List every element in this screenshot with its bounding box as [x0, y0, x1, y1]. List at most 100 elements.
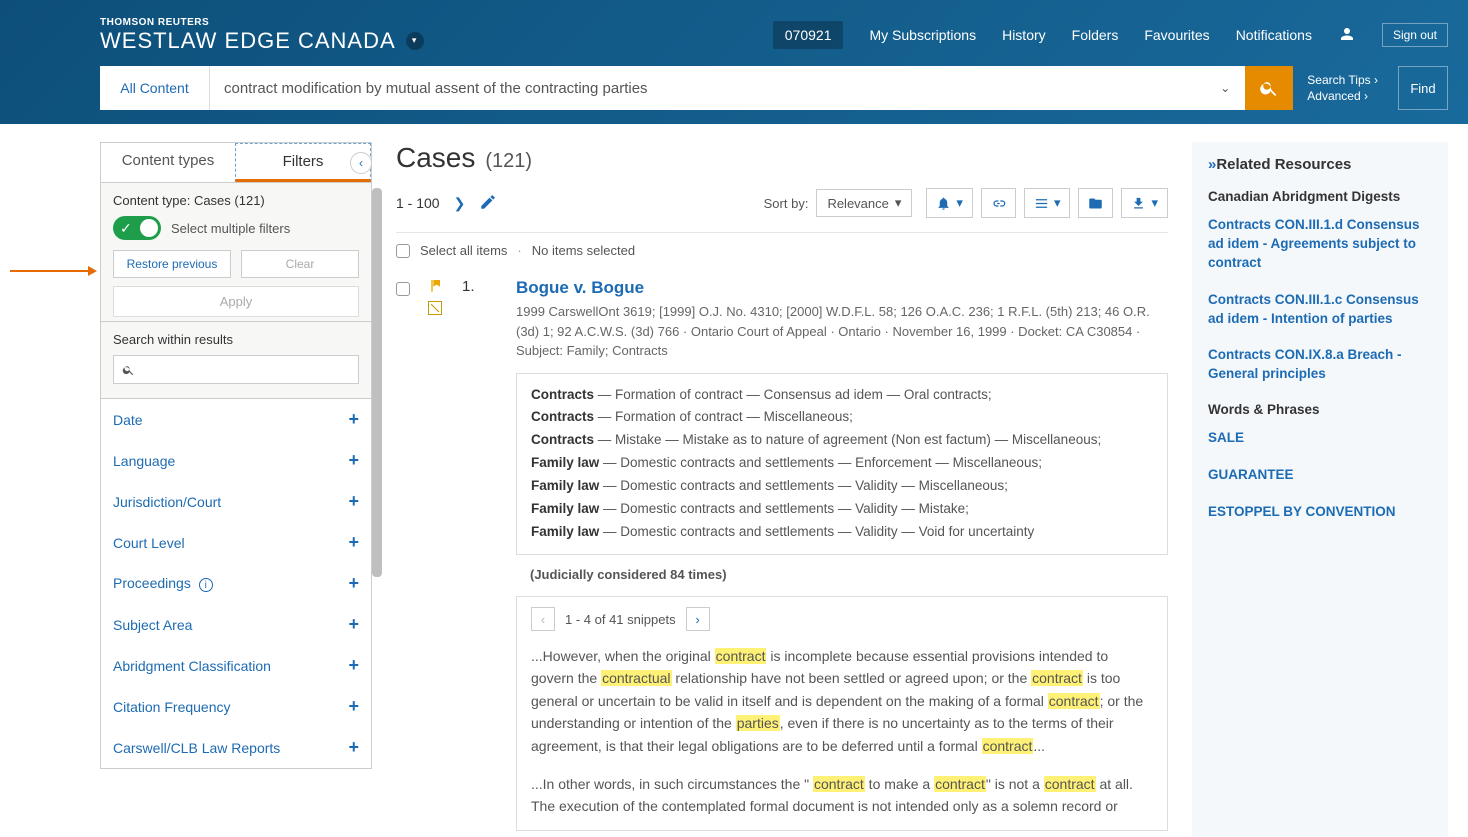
- sort-dropdown[interactable]: Relevance ▾: [816, 189, 912, 217]
- folder-button[interactable]: [1078, 188, 1113, 218]
- multi-filter-label: Select multiple filters: [171, 221, 290, 236]
- search-within-box: Search within results: [100, 322, 372, 399]
- search-tips-link[interactable]: Search Tips ›: [1307, 73, 1378, 87]
- link-icon: [991, 196, 1006, 211]
- result-range: 1 - 100: [396, 195, 440, 211]
- app-header: THOMSON REUTERS WESTLAW EDGE CANADA ▾ 07…: [0, 0, 1468, 124]
- related-link[interactable]: GUARANTEE: [1208, 466, 1432, 485]
- top-nav: 070921 My Subscriptions History Folders …: [773, 21, 1448, 49]
- nav-folders[interactable]: Folders: [1072, 27, 1119, 43]
- result-title-link[interactable]: Bogue v. Bogue: [516, 278, 1168, 298]
- search-bar: All Content ⌄ Search Tips › Advanced › F…: [100, 66, 1448, 110]
- restore-previous-button[interactable]: Restore previous: [113, 250, 231, 278]
- filter-court-level[interactable]: Court Level+: [101, 522, 371, 563]
- plus-icon: +: [348, 532, 359, 553]
- history-icon[interactable]: [428, 301, 442, 315]
- collapse-sidebar-button[interactable]: ‹: [350, 152, 372, 174]
- snippet-prev-button: ‹: [531, 607, 555, 631]
- plus-icon: +: [348, 737, 359, 758]
- nav-notifications[interactable]: Notifications: [1236, 27, 1312, 43]
- plus-icon: +: [348, 655, 359, 676]
- tab-content-types[interactable]: Content types: [101, 143, 235, 182]
- info-icon[interactable]: i: [199, 578, 213, 592]
- result-checkbox[interactable]: [396, 282, 410, 296]
- session-badge[interactable]: 070921: [773, 21, 844, 49]
- related-resources-panel: Related Resources Canadian Abridgment Di…: [1192, 142, 1448, 837]
- next-page-button[interactable]: ❯: [454, 195, 466, 212]
- folder-icon: [1088, 196, 1103, 211]
- filter-jurisdiction[interactable]: Jurisdiction/Court+: [101, 481, 371, 522]
- filter-controls-box: Content type: Cases (121) ✓ Select multi…: [100, 183, 372, 322]
- search-button[interactable]: [1245, 66, 1293, 110]
- related-section-words: Words & Phrases: [1208, 402, 1432, 417]
- select-all-checkbox[interactable]: [396, 244, 410, 258]
- snippet-text: ...In other words, in such circumstances…: [517, 769, 1167, 830]
- related-link[interactable]: SALE: [1208, 429, 1432, 448]
- related-link[interactable]: Contracts CON.III.1.c Consensus ad idem …: [1208, 291, 1432, 329]
- filter-language[interactable]: Language+: [101, 440, 371, 481]
- related-title: Related Resources: [1208, 156, 1432, 173]
- flag-icon[interactable]: [428, 278, 444, 297]
- product-dropdown-icon[interactable]: ▾: [406, 32, 424, 50]
- plus-icon: +: [348, 614, 359, 635]
- result-count: (121): [485, 150, 532, 173]
- detail-button[interactable]: ▾: [1024, 188, 1071, 218]
- search-icon: [1259, 78, 1279, 98]
- judicially-considered: (Judicially considered 84 times): [530, 567, 1168, 582]
- search-dropdown-icon[interactable]: ⌄: [1205, 66, 1245, 110]
- user-icon[interactable]: [1338, 25, 1356, 46]
- search-within-input[interactable]: [141, 362, 350, 377]
- related-link[interactable]: Contracts CON.IX.8.a Breach - General pr…: [1208, 346, 1432, 384]
- multi-filter-toggle[interactable]: ✓: [113, 216, 161, 240]
- filter-subject-area[interactable]: Subject Area+: [101, 604, 371, 645]
- plus-icon: +: [348, 409, 359, 430]
- snippet-range: 1 - 4 of 41 snippets: [565, 612, 676, 627]
- annotation-arrow: [10, 270, 95, 272]
- filter-list: Date+ Language+ Jurisdiction/Court+ Cour…: [100, 399, 372, 769]
- company-name: THOMSON REUTERS: [100, 17, 424, 28]
- select-all-label: Select all items: [420, 243, 507, 258]
- bell-icon: [936, 196, 951, 211]
- filter-citation-freq[interactable]: Citation Frequency+: [101, 686, 371, 727]
- search-within-icon: [122, 363, 135, 377]
- sidebar-scrollbar[interactable]: [372, 188, 382, 837]
- sidebar-tabs: Content types Filters ‹: [100, 142, 372, 183]
- search-within-label: Search within results: [113, 332, 359, 347]
- selection-status: No items selected: [532, 243, 635, 258]
- plus-icon: +: [348, 450, 359, 471]
- search-input[interactable]: [224, 80, 1191, 97]
- nav-subscriptions[interactable]: My Subscriptions: [869, 27, 976, 43]
- result-number: 1.: [462, 278, 475, 295]
- result-citation: 1999 CarswellOnt 3619; [1999] O.J. No. 4…: [516, 302, 1168, 361]
- filter-abridgment[interactable]: Abridgment Classification+: [101, 645, 371, 686]
- nav-favourites[interactable]: Favourites: [1144, 27, 1209, 43]
- related-link[interactable]: ESTOPPEL BY CONVENTION: [1208, 503, 1432, 522]
- snippet-box: ‹ 1 - 4 of 41 snippets › ...However, whe…: [516, 596, 1168, 831]
- find-button[interactable]: Find: [1398, 66, 1448, 110]
- brand-block: THOMSON REUTERS WESTLAW EDGE CANADA ▾: [100, 17, 424, 54]
- related-link[interactable]: Contracts CON.III.1.d Consensus ad idem …: [1208, 216, 1432, 273]
- list-icon: [1034, 196, 1049, 211]
- search-scope-button[interactable]: All Content: [100, 66, 210, 110]
- plus-icon: +: [348, 696, 359, 717]
- edit-search-button[interactable]: [479, 193, 497, 214]
- plus-icon: +: [348, 491, 359, 512]
- topic-box: Contracts — Formation of contract — Cons…: [516, 373, 1168, 556]
- page-title: Cases: [396, 142, 475, 174]
- filter-date[interactable]: Date+: [101, 399, 371, 440]
- plus-icon: +: [348, 573, 359, 594]
- sidebar: Content types Filters ‹ Content type: Ca…: [100, 142, 372, 837]
- filter-proceedings[interactable]: Proceedings i+: [101, 563, 371, 604]
- filter-carswell[interactable]: Carswell/CLB Law Reports+: [101, 727, 371, 768]
- alert-button[interactable]: ▾: [926, 188, 973, 218]
- snippet-next-button[interactable]: ›: [686, 607, 710, 631]
- link-button[interactable]: [981, 188, 1016, 218]
- signout-button[interactable]: Sign out: [1382, 23, 1448, 47]
- main-content: Cases (121) 1 - 100 ❯ Sort by: Relevance…: [396, 142, 1168, 837]
- clear-button: Clear: [241, 250, 359, 278]
- result-item: 1. Bogue v. Bogue 1999 CarswellOnt 3619;…: [396, 272, 1168, 837]
- advanced-link[interactable]: Advanced ›: [1307, 89, 1378, 103]
- content-type-label: Content type: Cases (121): [113, 193, 359, 208]
- download-button[interactable]: ▾: [1121, 188, 1168, 218]
- nav-history[interactable]: History: [1002, 27, 1046, 43]
